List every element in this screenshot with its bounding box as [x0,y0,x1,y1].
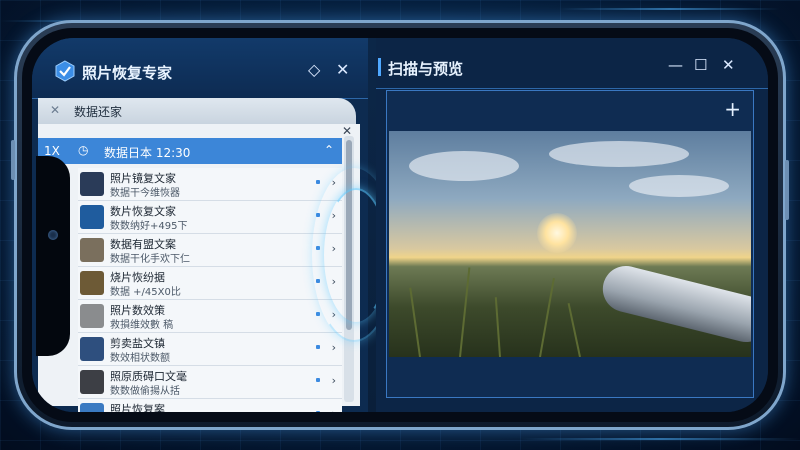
maximize-icon[interactable]: ☐ [694,56,707,74]
grass-blade [459,267,471,357]
file-thumbnail [80,172,104,196]
cloud-shape [549,141,689,167]
file-thumbnail [80,304,104,328]
background-glow-line [520,438,800,440]
clock-icon: ◷ [78,143,89,157]
volume-button [11,140,15,180]
list-item[interactable]: 照原质碍口文毫 数数做偷揚从括 › [78,366,342,399]
preview-title: 扫描与预览 [388,60,464,78]
preview-image[interactable] [389,131,751,357]
close-icon[interactable]: ✕ [722,56,735,74]
list-item[interactable]: 数片恢复文家 数数纳好+495下 › [78,201,342,234]
phone-bezel: 照片恢复专家 ◇ ✕ ✕ 数据还家 ✕ 1X ◷ 数据日本 12:30 ⌃ 照片… [22,28,778,422]
resize-icon[interactable]: ◇ [308,60,320,79]
tools-icon: ✕ [50,103,61,117]
grass-blade [539,278,555,357]
list-item[interactable]: 剪卖盐文镇 数效相状数额 › [78,333,342,366]
list-item-subtitle: 救損维效數 稿 [110,320,174,331]
list-item[interactable]: 数据有盟文案 数据干化手欢下仁 › [78,234,342,267]
add-icon[interactable]: + [724,97,741,121]
grass-blade [567,302,581,357]
grass-blade [494,297,501,357]
list-item-subtitle: 数数纳好+495下 [110,221,188,232]
selected-list-item[interactable]: 1X ◷ 数据日本 12:30 ⌃ [38,138,342,164]
preview-title-bar: 扫描与预览 — ☐ ✕ [376,38,768,89]
status-dot-icon [316,411,320,412]
list-item-subtitle: 数据干化手欢下仁 [110,254,190,265]
list-item[interactable]: 照片镜复文家 数据干今维恢器 › [78,168,342,201]
app-logo-icon [55,60,75,82]
photo-recovery-panel: 照片恢复专家 ◇ ✕ ✕ 数据还家 ✕ 1X ◷ 数据日本 12:30 ⌃ 照片… [32,38,396,412]
list-item[interactable]: 照片恢复案数据数恢复案› [78,399,342,412]
list-item-subtitle: 数数做偷揚从括 [110,386,180,397]
status-dot-icon [316,378,320,382]
app-title-bar: 照片恢复专家 ◇ ✕ [32,38,368,99]
title-accent-bar [378,58,381,76]
file-thumbnail [80,238,104,262]
list-item[interactable]: 照片数效策 救損维效數 稿 › [78,300,342,333]
chevron-right-icon[interactable]: › [332,341,336,354]
list-item[interactable]: 烧片恢纷据 数据 +/45X0比 › [78,267,342,300]
chevron-up-icon[interactable]: ⌃ [324,143,334,157]
grass-blade [409,287,421,357]
scan-preview-panel: 扫描与预览 — ☐ ✕ + [376,38,768,412]
close-icon[interactable]: ✕ [336,60,349,79]
phone-screen: 照片恢复专家 ◇ ✕ ✕ 数据还家 ✕ 1X ◷ 数据日本 12:30 ⌃ 照片… [32,38,768,412]
app-title: 照片恢复专家 [82,64,173,82]
file-thumbnail [80,403,104,412]
list-item-subtitle: 数效相状数额 [110,353,170,364]
power-button [785,160,789,220]
status-dot-icon [316,345,320,349]
status-dot-icon [316,312,320,316]
sun-glow [537,213,577,253]
list-item-title: 照片恢复案 [110,403,165,412]
cloud-shape [409,151,519,181]
phone-notch [36,156,70,356]
cloud-shape [629,175,729,197]
file-thumbnail [80,370,104,394]
chevron-right-icon[interactable]: › [332,374,336,387]
preview-frame: + [386,90,754,398]
minimize-icon[interactable]: — [668,56,683,74]
sub-header-label: 数据还家 [74,105,123,119]
camera-icon [48,230,58,240]
phone-frame: 照片恢复专家 ◇ ✕ ✕ 数据还家 ✕ 1X ◷ 数据日本 12:30 ⌃ 照片… [11,20,789,430]
list-item-subtitle: 数据 +/45X0比 [110,287,181,298]
metal-cylinder [597,261,751,347]
sub-header-tab[interactable]: ✕ 数据还家 [38,98,356,124]
file-thumbnail [80,205,104,229]
background-glow-line [560,8,780,10]
list-item-subtitle: 数据干今维恢器 [110,188,180,199]
selected-item-label: 数据日本 12:30 [104,146,191,160]
file-thumbnail [80,271,104,295]
chevron-right-icon[interactable]: › [332,407,336,412]
file-thumbnail [80,337,104,361]
status-dot-icon [316,180,320,184]
